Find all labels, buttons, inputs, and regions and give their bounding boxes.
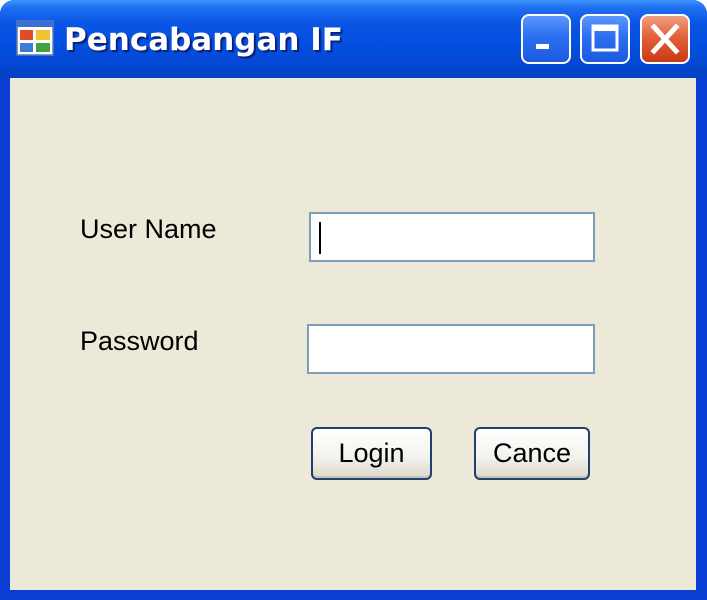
application-window: Pencabangan IF User Name Password Login … xyxy=(0,0,707,600)
username-label: User Name xyxy=(80,214,217,244)
windows-form-icon xyxy=(16,20,54,56)
text-caret xyxy=(319,222,321,254)
close-icon xyxy=(650,23,680,55)
minimize-icon xyxy=(536,44,549,49)
minimize-button[interactable] xyxy=(521,14,571,64)
login-button[interactable]: Login xyxy=(311,427,432,480)
close-button[interactable] xyxy=(640,14,690,64)
password-input[interactable] xyxy=(307,324,595,374)
maximize-icon xyxy=(591,24,619,52)
password-label: Password xyxy=(80,326,199,356)
window-bottom-border xyxy=(0,590,707,600)
window-title: Pencabangan IF xyxy=(64,22,343,58)
username-input[interactable] xyxy=(309,212,595,262)
cancel-button[interactable]: Cance xyxy=(474,427,590,480)
form-client-area: User Name Password Login Cance xyxy=(10,78,696,590)
title-bar[interactable]: Pencabangan IF xyxy=(0,0,707,78)
maximize-button[interactable] xyxy=(580,14,630,64)
